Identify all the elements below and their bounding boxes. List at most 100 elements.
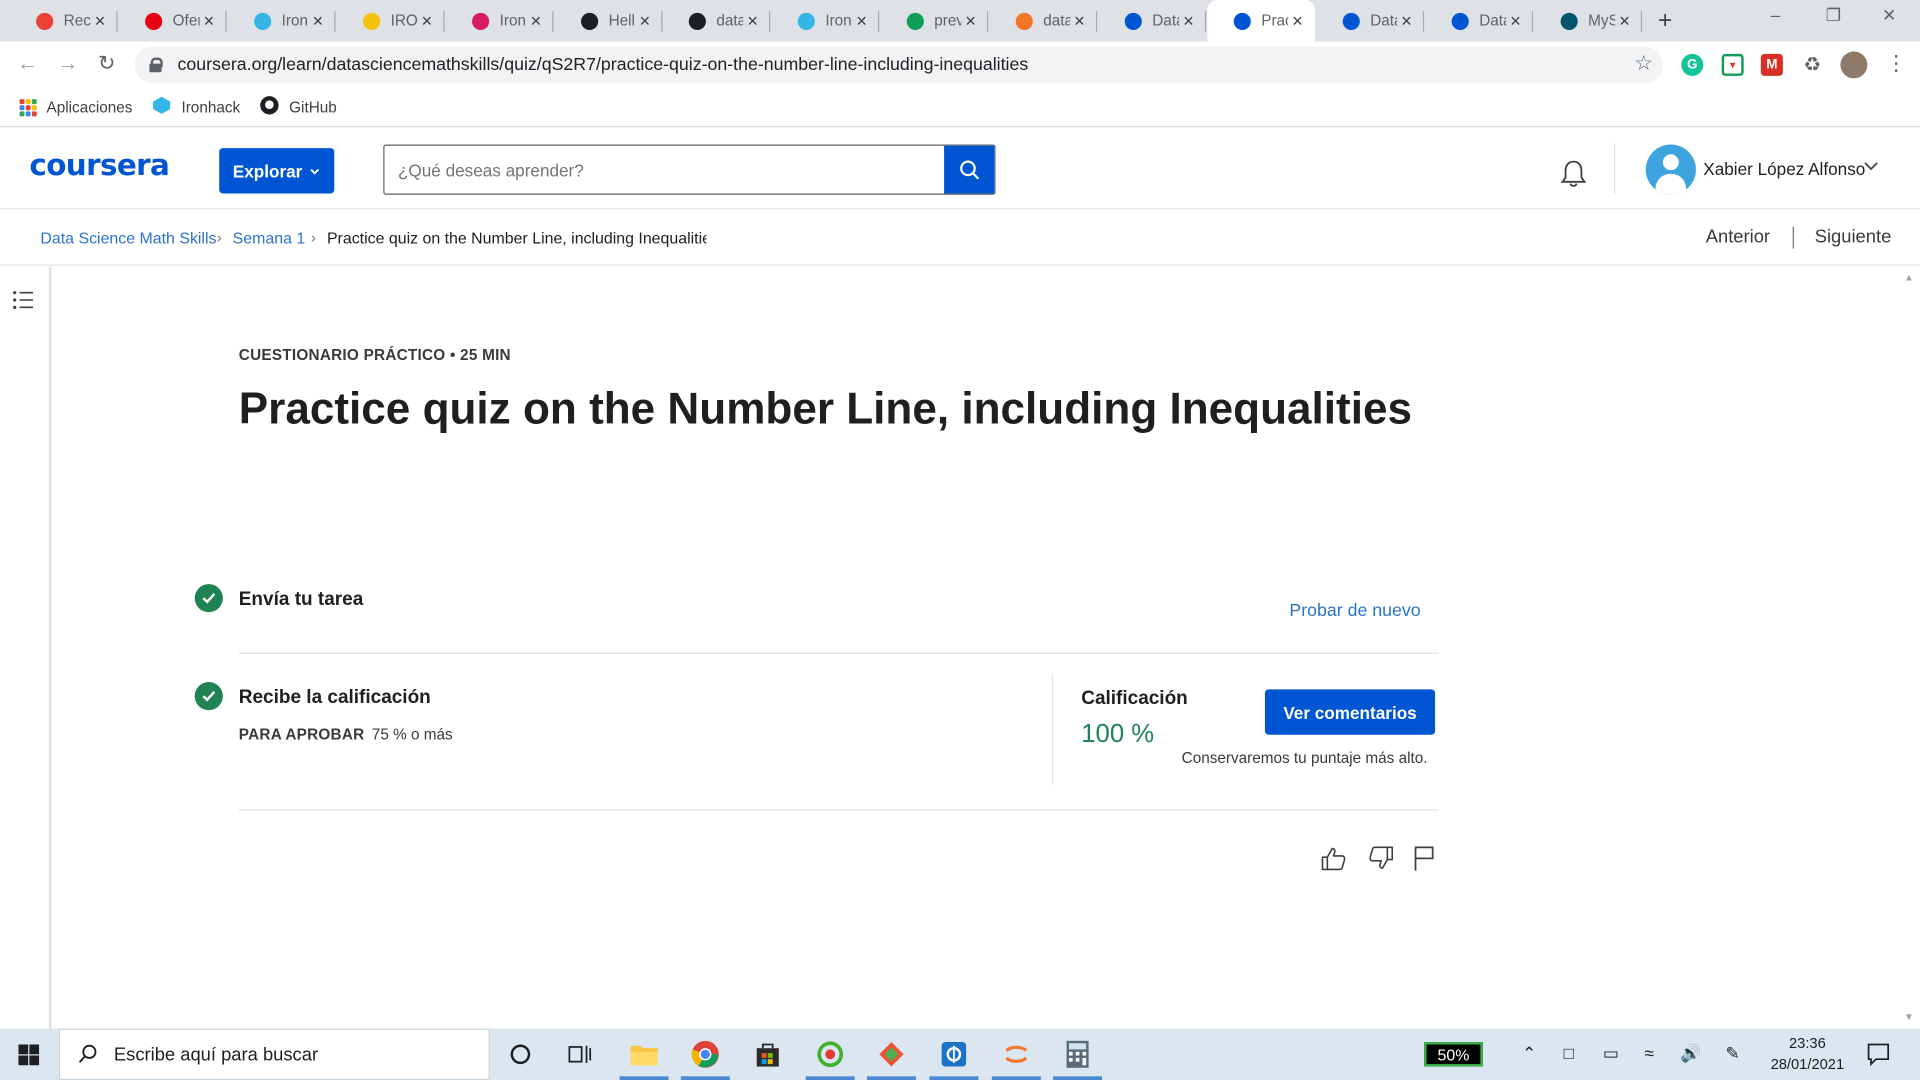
scroll-up-arrow-icon[interactable]: ▲ (1904, 272, 1914, 283)
vertical-scrollbar[interactable]: ▲ ▼ (1899, 266, 1920, 1029)
back-icon[interactable]: ← (17, 51, 38, 75)
next-link[interactable]: Siguiente (1815, 227, 1892, 248)
view-feedback-button[interactable]: Ver comentarios (1264, 689, 1436, 735)
dislike-icon[interactable] (1368, 845, 1395, 878)
wifi-icon[interactable]: ≈ (1645, 1043, 1654, 1063)
bookmark-star-icon[interactable]: ☆ (1634, 51, 1653, 75)
vpn-icon[interactable] (936, 1036, 973, 1073)
battery-icon[interactable]: ▭ (1603, 1043, 1619, 1064)
window-close-icon[interactable]: ✕ (1882, 5, 1896, 26)
chrome-icon[interactable] (687, 1036, 724, 1073)
system-clock[interactable]: 23:36 28/01/2021 (1763, 1033, 1851, 1075)
browser-tab[interactable]: Ofer × (119, 0, 227, 42)
tab-close-icon[interactable]: × (95, 11, 106, 32)
jupyter-icon[interactable] (998, 1036, 1035, 1073)
browser-tab-strip: Reci×Ofer×Iron×IRON×Iron×Hell×data×Iron×… (0, 0, 1920, 42)
notifications-bell-icon[interactable] (1558, 158, 1590, 196)
breadcrumb-course-link[interactable]: Data Science Math Skills (40, 229, 216, 247)
browser-tab[interactable]: Iron × (771, 0, 880, 42)
tab-separator (768, 11, 771, 32)
scroll-down-arrow-icon[interactable]: ▼ (1904, 1011, 1914, 1022)
ironhack-icon (152, 96, 172, 119)
browser-tab[interactable]: Hell × (555, 0, 663, 42)
browser-tab[interactable]: Data× (1425, 0, 1534, 42)
forward-icon[interactable]: → (58, 51, 79, 75)
menu-dots-icon[interactable]: ⋮ (1886, 51, 1907, 75)
user-avatar[interactable] (1645, 144, 1696, 195)
git-icon[interactable] (873, 1036, 910, 1073)
browser-tab[interactable]: data × (662, 0, 771, 42)
tab-close-icon[interactable]: × (1292, 11, 1303, 32)
battery-indicator[interactable]: 50% (1424, 1042, 1483, 1067)
browser-tab[interactable]: Iron × (446, 0, 554, 42)
tab-close-icon[interactable]: × (204, 11, 215, 32)
reload-icon[interactable]: ↻ (98, 51, 115, 75)
cortana-icon[interactable] (502, 1036, 539, 1073)
bookmark-apps[interactable]: Aplicaciones (19, 98, 133, 116)
file-explorer-icon[interactable] (626, 1036, 663, 1073)
tab-close-icon[interactable]: × (1183, 11, 1194, 32)
tab-close-icon[interactable]: × (856, 11, 867, 32)
extension-icon[interactable]: ▾ (1721, 53, 1744, 76)
like-icon[interactable] (1320, 845, 1347, 878)
tab-close-icon[interactable]: × (747, 11, 758, 32)
chevron-up-icon[interactable]: ⌃ (1522, 1043, 1536, 1064)
explore-button[interactable]: Explorar (219, 148, 335, 194)
tab-close-icon[interactable]: × (1510, 11, 1521, 32)
browser-tab[interactable]: Data× (1098, 0, 1207, 42)
browser-tab[interactable]: Reci× (10, 0, 118, 42)
task-view-icon[interactable] (562, 1036, 599, 1073)
chevron-down-icon[interactable] (1862, 157, 1879, 180)
search-input[interactable] (384, 145, 945, 194)
volume-icon[interactable]: 🔊 (1680, 1043, 1701, 1064)
store-icon[interactable] (749, 1036, 786, 1073)
browser-tab[interactable]: Prac× (1207, 0, 1316, 42)
puzzle-icon[interactable]: ♻ (1801, 54, 1823, 76)
grade-divider (1051, 674, 1054, 785)
previous-link[interactable]: Anterior (1706, 227, 1770, 248)
tab-title: prev (934, 12, 962, 30)
tab-close-icon[interactable]: × (1619, 11, 1630, 32)
calculator-icon[interactable] (1059, 1036, 1096, 1073)
tab-close-icon[interactable]: × (422, 11, 433, 32)
profile-avatar[interactable] (1840, 51, 1868, 79)
retry-link[interactable]: Probar de nuevo (1289, 601, 1420, 621)
github-icon (687, 11, 707, 31)
browser-toolbar: ← → ↻ coursera.org/learn/datasciencemath… (0, 41, 1920, 89)
taskbar-search[interactable]: Escribe aquí para buscar (58, 1028, 490, 1080)
browser-tab[interactable]: prev × (880, 0, 989, 42)
tab-close-icon[interactable]: × (313, 11, 324, 32)
tab-close-icon[interactable]: × (965, 11, 976, 32)
bookmark-ironhack[interactable]: Ironhack (152, 96, 240, 119)
browser-tab[interactable]: Data× (1316, 0, 1425, 42)
mcafee-icon[interactable]: M (1760, 53, 1783, 76)
course-outline-icon[interactable] (12, 289, 34, 317)
restore-icon[interactable]: ❐ (1826, 5, 1841, 26)
browser-tab[interactable]: data × (989, 0, 1098, 42)
flag-icon[interactable] (1412, 845, 1436, 878)
active-app-indicator (929, 1076, 979, 1080)
notifications-icon[interactable] (1866, 1042, 1890, 1073)
breadcrumb-week-link[interactable]: Semana 1 (233, 229, 306, 247)
meet-now-icon[interactable]: □ (1564, 1043, 1574, 1063)
browser-tab[interactable]: Iron × (228, 0, 336, 42)
new-tab-icon[interactable]: + (1658, 7, 1672, 35)
pen-icon[interactable]: ✎ (1725, 1043, 1739, 1064)
tab-close-icon[interactable]: × (530, 11, 541, 32)
browser-tab[interactable]: IRON× (337, 0, 445, 42)
grammarly-icon[interactable]: G (1681, 53, 1704, 76)
search-button[interactable] (944, 145, 995, 194)
url-text[interactable]: coursera.org/learn/datasciencemathskills… (178, 55, 1029, 75)
browser-tab[interactable]: MyS× (1534, 0, 1643, 42)
address-bar[interactable]: coursera.org/learn/datasciencemathskills… (134, 46, 1663, 84)
minimize-icon[interactable]: – (1771, 5, 1781, 25)
coursera-logo[interactable]: coursera (29, 148, 169, 182)
tab-close-icon[interactable]: × (1401, 11, 1412, 32)
bookmark-github[interactable]: GitHub (260, 96, 337, 119)
anaconda-icon[interactable] (812, 1036, 849, 1073)
search-icon (959, 159, 979, 179)
tab-close-icon[interactable]: × (1074, 11, 1085, 32)
user-name[interactable]: Xabier López Alfonso (1703, 159, 1865, 179)
windows-start-icon[interactable] (18, 1044, 40, 1071)
tab-close-icon[interactable]: × (639, 11, 650, 32)
